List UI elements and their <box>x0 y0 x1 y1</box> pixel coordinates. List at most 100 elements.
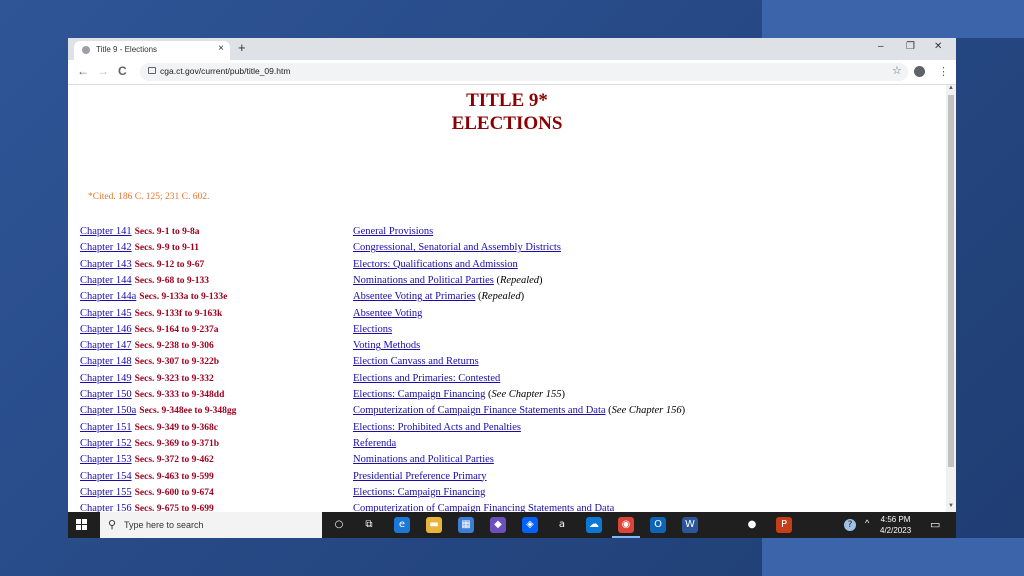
edge-icon[interactable]: e <box>394 517 410 533</box>
notification-icon[interactable]: ▭ <box>930 518 940 531</box>
chapter-title-link[interactable]: Computerization of Campaign Finance Stat… <box>353 405 606 416</box>
new-tab-button[interactable]: + <box>238 40 246 55</box>
chapter-title-link[interactable]: Congressional, Senatorial and Assembly D… <box>353 242 561 253</box>
powerpoint-icon[interactable]: P <box>776 517 792 533</box>
address-bar[interactable]: cga.ct.gov/current/pub/title_09.htm <box>140 63 908 81</box>
chapter-link[interactable]: Chapter 154 <box>80 471 132 482</box>
paint3d-icon[interactable]: ● <box>744 517 760 533</box>
cortana-icon[interactable]: ○ <box>331 517 347 533</box>
file-explorer-icon[interactable]: ▬ <box>426 517 442 533</box>
chapter-link[interactable]: Chapter 150a <box>80 405 136 416</box>
chapter-link[interactable]: Chapter 150 <box>80 389 132 400</box>
chapter-link[interactable]: Chapter 144a <box>80 291 136 302</box>
scroll-down-icon[interactable]: ▼ <box>948 503 954 509</box>
browser-toolbar: ← → C cga.ct.gov/current/pub/title_09.ht… <box>68 60 956 85</box>
chapter-title-link[interactable]: Referenda <box>353 438 396 449</box>
chapter-title-link[interactable]: Voting Methods <box>353 340 420 351</box>
account-icon[interactable] <box>914 66 925 77</box>
tray-expand-icon[interactable]: ^ <box>865 518 869 528</box>
browser-window: Title 9 - Elections × + – ❐ ✕ ← → C cga.… <box>68 38 956 538</box>
scroll-up-icon[interactable]: ▲ <box>948 85 954 91</box>
chapter-row: Chapter 142 Secs. 9-9 to 9-11 Congressiona… <box>68 242 946 258</box>
chapter-link[interactable]: Chapter 141 <box>80 226 132 237</box>
chapter-link[interactable]: Chapter 143 <box>80 259 132 270</box>
chapter-link[interactable]: Chapter 142 <box>80 242 132 253</box>
chapter-title-link[interactable]: Computerization of Campaign Financing St… <box>353 503 614 512</box>
chapter-link[interactable]: Chapter 149 <box>80 373 132 384</box>
chapter-cell: Chapter 154 Secs. 9-463 to 9-599 <box>80 471 214 482</box>
minimize-button[interactable]: – <box>878 41 884 52</box>
word-icon[interactable]: W <box>682 517 698 533</box>
close-window-button[interactable]: ✕ <box>934 41 942 52</box>
note-close: ) <box>681 405 686 417</box>
start-button[interactable] <box>76 519 88 531</box>
chapter-cell: Chapter 150a Secs. 9-348ee to 9-348gg <box>80 405 236 416</box>
clock[interactable]: 4:56 PM 4/2/2023 <box>880 515 911 535</box>
bookmark-star-icon[interactable]: ☆ <box>892 64 902 77</box>
task-view-icon[interactable]: ⧉ <box>361 517 377 533</box>
chapter-note: (Repealed) <box>475 291 524 302</box>
chapter-note: (Repealed) <box>494 275 542 286</box>
chapter-title-link[interactable]: Nominations and Political Parties <box>353 275 494 286</box>
chapter-cell: Chapter 144a Secs. 9-133a to 9-133e <box>80 291 227 302</box>
chapter-title-cell: Congressional, Senatorial and Assembly D… <box>353 242 561 253</box>
chapter-note: (See Chapter 156) <box>606 405 686 417</box>
chapter-link[interactable]: Chapter 153 <box>80 454 132 465</box>
chapter-link[interactable]: Chapter 152 <box>80 438 132 449</box>
browser-tab[interactable]: Title 9 - Elections × <box>74 41 230 60</box>
tab-close-icon[interactable]: × <box>218 43 224 54</box>
background-panel-bottom <box>762 538 1024 576</box>
forward-button[interactable]: → <box>97 64 109 78</box>
search-icon: ⚲ <box>108 519 117 531</box>
chapter-title-link[interactable]: Presidential Preference Primary <box>353 471 487 482</box>
chapter-title-cell: Referenda <box>353 438 396 449</box>
chapter-row: Chapter 151 Secs. 9-349 to 9-368c Election… <box>68 422 946 438</box>
chapter-title-cell: Electors: Qualifications and Admission <box>353 259 518 270</box>
chapter-title-cell: Computerization of Campaign Financing St… <box>353 503 614 512</box>
store-icon[interactable]: ▦ <box>458 517 474 533</box>
chapter-title-link[interactable]: Election Canvass and Returns <box>353 356 479 367</box>
help-icon[interactable]: ? <box>842 517 858 533</box>
chapter-title-link[interactable]: Elections and Primaries: Contested <box>353 373 500 384</box>
chapter-cell: Chapter 141 Secs. 9-1 to 9-8a <box>80 226 200 237</box>
chapter-link[interactable]: Chapter 155 <box>80 487 132 498</box>
chapter-link[interactable]: Chapter 144 <box>80 275 132 286</box>
onedrive-icon[interactable]: ☁ <box>586 517 602 533</box>
scrollbar-thumb[interactable] <box>948 95 954 467</box>
chapter-title-link[interactable]: Elections: Campaign Financing <box>353 389 485 400</box>
note-text: See Chapter 155 <box>491 389 562 400</box>
chapter-cell: Chapter 149 Secs. 9-323 to 9-332 <box>80 373 214 384</box>
outlook-icon[interactable]: O <box>650 517 666 533</box>
chapter-title-link[interactable]: Elections: Campaign Financing <box>353 487 485 498</box>
chapter-link[interactable]: Chapter 151 <box>80 422 132 433</box>
chapter-title-link[interactable]: Absentee Voting <box>353 308 422 319</box>
chapter-title-link[interactable]: General Provisions <box>353 226 433 237</box>
dropbox-icon[interactable]: ◈ <box>522 517 538 533</box>
restore-button[interactable]: ❐ <box>906 41 915 52</box>
active-app-indicator <box>612 536 640 538</box>
taskbar-search[interactable]: ⚲ Type here to search <box>100 512 322 538</box>
browser-menu-icon[interactable]: ⋮ <box>938 65 949 78</box>
chapter-title-link[interactable]: Absentee Voting at Primaries <box>353 291 475 302</box>
photos-icon[interactable]: ◆ <box>490 517 506 533</box>
chapter-title-link[interactable]: Elections: Prohibited Acts and Penalties <box>353 422 521 433</box>
chapter-row: Chapter 152 Secs. 9-369 to 9-371b Referend… <box>68 438 946 454</box>
chapter-title-link[interactable]: Electors: Qualifications and Admission <box>353 259 518 270</box>
chapter-row: Chapter 144a Secs. 9-133a to 9-133e Absent… <box>68 291 946 307</box>
chapter-title-link[interactable]: Elections <box>353 324 392 335</box>
chapter-sections: Secs. 9-675 to 9-699 <box>134 504 214 512</box>
chapter-title-link[interactable]: Nominations and Political Parties <box>353 454 494 465</box>
chapter-cell: Chapter 142 Secs. 9-9 to 9-11 <box>80 242 199 253</box>
chapter-link[interactable]: Chapter 145 <box>80 308 132 319</box>
chapter-link[interactable]: Chapter 146 <box>80 324 132 335</box>
chrome-icon[interactable]: ◉ <box>618 517 634 533</box>
amazon-icon[interactable]: a <box>554 517 570 533</box>
clock-time: 4:56 PM <box>880 515 911 524</box>
scrollbar[interactable]: ▲ ▼ <box>946 85 956 512</box>
reload-button[interactable]: C <box>118 64 127 78</box>
back-button[interactable]: ← <box>77 64 89 78</box>
chapter-link[interactable]: Chapter 148 <box>80 356 132 367</box>
chapter-sections: Secs. 9-369 to 9-371b <box>134 438 220 449</box>
chapter-link[interactable]: Chapter 147 <box>80 340 132 351</box>
chapter-link[interactable]: Chapter 156 <box>80 503 132 512</box>
